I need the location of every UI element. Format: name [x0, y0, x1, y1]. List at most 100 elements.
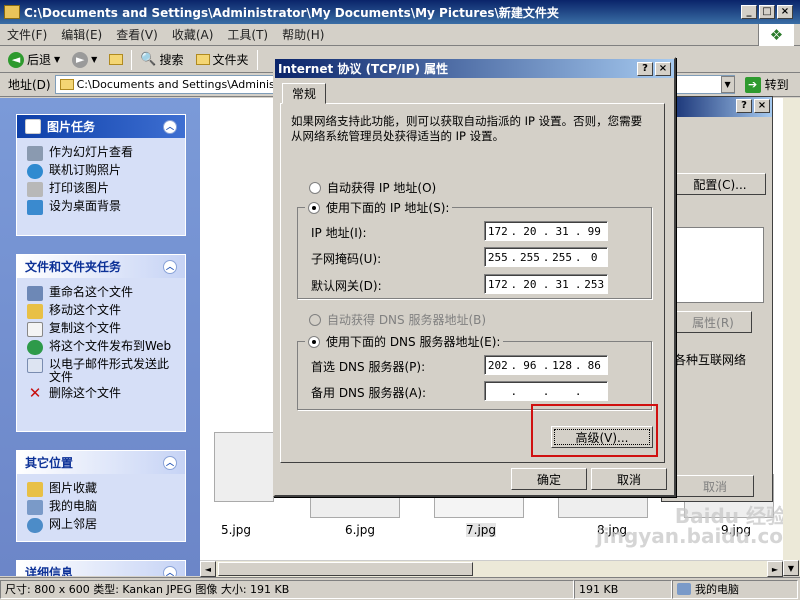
alternate-dns-label: 备用 DNS 服务器(A): [311, 386, 427, 400]
menu-file[interactable]: 文件(F) [0, 26, 54, 43]
dialog-title-bar[interactable]: ? × [662, 97, 772, 117]
task-move[interactable]: 移动这个文件 [27, 304, 179, 319]
radio-icon [309, 181, 321, 194]
radio-icon [308, 201, 320, 214]
close-button[interactable]: × [777, 5, 793, 19]
radio-icon [308, 335, 320, 348]
window-controls: _ □ × [741, 5, 793, 19]
menu-help[interactable]: 帮助(H) [275, 26, 331, 43]
configure-button[interactable]: 配置(C)... [674, 173, 766, 195]
ip-address-field[interactable]: 172. 20. 31. 99 [484, 221, 608, 241]
tab-general[interactable]: 常规 [282, 83, 326, 104]
task-slideshow[interactable]: 作为幻灯片查看 [27, 146, 179, 161]
other-places-title: 其它位置 [25, 456, 74, 470]
dialog-close-button[interactable]: × [655, 61, 671, 76]
expand-icon[interactable]: ︿ [163, 565, 177, 576]
search-button[interactable]: 🔍 搜索 [136, 49, 187, 71]
place-my-pictures[interactable]: 图片收藏 [27, 482, 179, 497]
minimize-button[interactable]: _ [741, 5, 757, 19]
manual-ip-radio[interactable]: 使用下面的 IP 地址(S): [305, 199, 453, 216]
vertical-scrollbar[interactable]: ▼ [783, 98, 800, 576]
menu-bar: 文件(F) 编辑(E) 查看(V) 收藏(A) 工具(T) 帮助(H) [0, 24, 800, 46]
dialog-title-bar[interactable]: Internet 协议 (TCP/IP) 属性 ? × [275, 59, 674, 78]
dialog-close-button[interactable]: × [754, 99, 770, 113]
back-label: 后退 [27, 53, 52, 67]
ip-address-label: IP 地址(I): [311, 226, 367, 240]
toolbar-separator [131, 49, 133, 70]
globe-icon [27, 164, 43, 179]
task-print-picture[interactable]: 打印该图片 [27, 182, 179, 197]
rename-icon [27, 286, 43, 301]
help-button[interactable]: ? [736, 99, 752, 113]
alternate-dns-field[interactable]: ... [484, 381, 608, 401]
file-name-7[interactable]: 7.jpg [466, 523, 496, 537]
ok-button[interactable]: 确定 [511, 468, 587, 490]
up-button[interactable] [105, 49, 127, 71]
collapse-icon[interactable]: ︿ [163, 455, 177, 470]
help-button[interactable]: ? [637, 61, 653, 76]
folders-button[interactable]: 文件夹 [192, 49, 253, 71]
connection-properties-dialog: ? × 配置(C)... 属性(R) 各种互联网络 取消 [661, 96, 773, 502]
web-publish-icon [27, 340, 43, 355]
menu-favorites[interactable]: 收藏(A) [165, 26, 221, 43]
file-name-5[interactable]: 5.jpg [216, 523, 256, 537]
auto-ip-radio[interactable]: 自动获得 IP 地址(O) [309, 179, 436, 196]
dropdown-arrow-icon[interactable]: ▼ [91, 55, 97, 64]
pictures-folder-icon [27, 482, 43, 497]
address-dropdown-icon[interactable]: ▼ [720, 76, 735, 93]
collapse-icon[interactable]: ︿ [163, 119, 177, 134]
scroll-down-icon[interactable]: ▼ [783, 560, 799, 576]
menu-tools[interactable]: 工具(T) [220, 26, 275, 43]
search-icon: 🔍 [140, 52, 157, 67]
folder-up-icon [109, 54, 124, 65]
scroll-right-icon[interactable]: ► [767, 561, 783, 577]
description-text: 如果网络支持此功能，则可以获取自动指派的 IP 设置。否则，您需要从网络系统管理… [291, 114, 643, 143]
task-order-prints[interactable]: 联机订购照片 [27, 164, 179, 179]
subnet-mask-field[interactable]: 255. 255. 255. 0 [484, 247, 608, 267]
details-panel: 详细信息 ︿ [16, 560, 186, 576]
place-my-computer[interactable]: 我的电脑 [27, 500, 179, 515]
details-header[interactable]: 详细信息 ︿ [17, 561, 185, 576]
file-name-6[interactable]: 6.jpg [340, 523, 380, 537]
file-tasks-header[interactable]: 文件和文件夹任务 ︿ [17, 255, 185, 278]
task-copy[interactable]: 复制这个文件 [27, 322, 179, 337]
window-title: C:\Documents and Settings\Administrator\… [24, 5, 559, 20]
back-cancel-button[interactable]: 取消 [676, 475, 754, 497]
thumbnail-5[interactable] [214, 432, 274, 502]
manual-dns-radio[interactable]: 使用下面的 DNS 服务器地址(E): [305, 333, 504, 350]
task-rename[interactable]: 重命名这个文件 [27, 286, 179, 301]
cancel-button[interactable]: 取消 [591, 468, 667, 490]
scroll-thumb[interactable] [218, 562, 473, 576]
go-button[interactable]: ➔ 转到 [744, 76, 789, 93]
horizontal-scrollbar[interactable]: ◄ ► [200, 560, 783, 577]
menu-view[interactable]: 查看(V) [109, 26, 165, 43]
other-places-header[interactable]: 其它位置 ︿ [17, 451, 185, 474]
collapse-icon[interactable]: ︿ [163, 259, 177, 274]
back-button[interactable]: ◄ 后退 ▼ [4, 49, 64, 71]
scroll-left-icon[interactable]: ◄ [200, 561, 216, 577]
task-set-background[interactable]: 设为桌面背景 [27, 200, 179, 215]
auto-dns-radio[interactable]: 自动获得 DNS 服务器地址(B) [309, 311, 486, 328]
task-delete[interactable]: ✕ 删除这个文件 [27, 384, 179, 402]
status-info: 尺寸: 800 x 600 类型: Kankan JPEG 图像 大小: 191… [0, 579, 574, 599]
picture-tasks-header[interactable]: 图片任务 ︿ [17, 115, 185, 138]
maximize-button[interactable]: □ [759, 5, 775, 19]
desktop-icon [27, 200, 43, 215]
dropdown-arrow-icon[interactable]: ▼ [54, 55, 60, 64]
move-icon [27, 304, 43, 319]
forward-button[interactable]: ► ▼ [68, 49, 101, 71]
preferred-dns-field[interactable]: 202. 96. 128. 86 [484, 355, 608, 375]
window-title-bar[interactable]: C:\Documents and Settings\Administrator\… [0, 0, 800, 24]
address-label: 地址(D) [8, 78, 51, 92]
gateway-field[interactable]: 172. 20. 31. 253 [484, 274, 608, 294]
picture-tasks-panel: 图片任务 ︿ 作为幻灯片查看 联机订购照片 打印该图片 设为桌面背景 [16, 114, 186, 236]
components-list[interactable] [674, 227, 764, 303]
place-network[interactable]: 网上邻居 [27, 518, 179, 533]
task-publish-web[interactable]: 将这个文件发布到Web [27, 340, 179, 355]
task-email[interactable]: 以电子邮件形式发送此文件 [27, 358, 179, 384]
properties-button[interactable]: 属性(R) [674, 311, 752, 333]
menu-edit[interactable]: 编辑(E) [54, 26, 109, 43]
delete-icon: ✕ [28, 384, 42, 402]
search-label: 搜索 [159, 53, 184, 67]
picture-tasks-title: 图片任务 [47, 120, 96, 134]
